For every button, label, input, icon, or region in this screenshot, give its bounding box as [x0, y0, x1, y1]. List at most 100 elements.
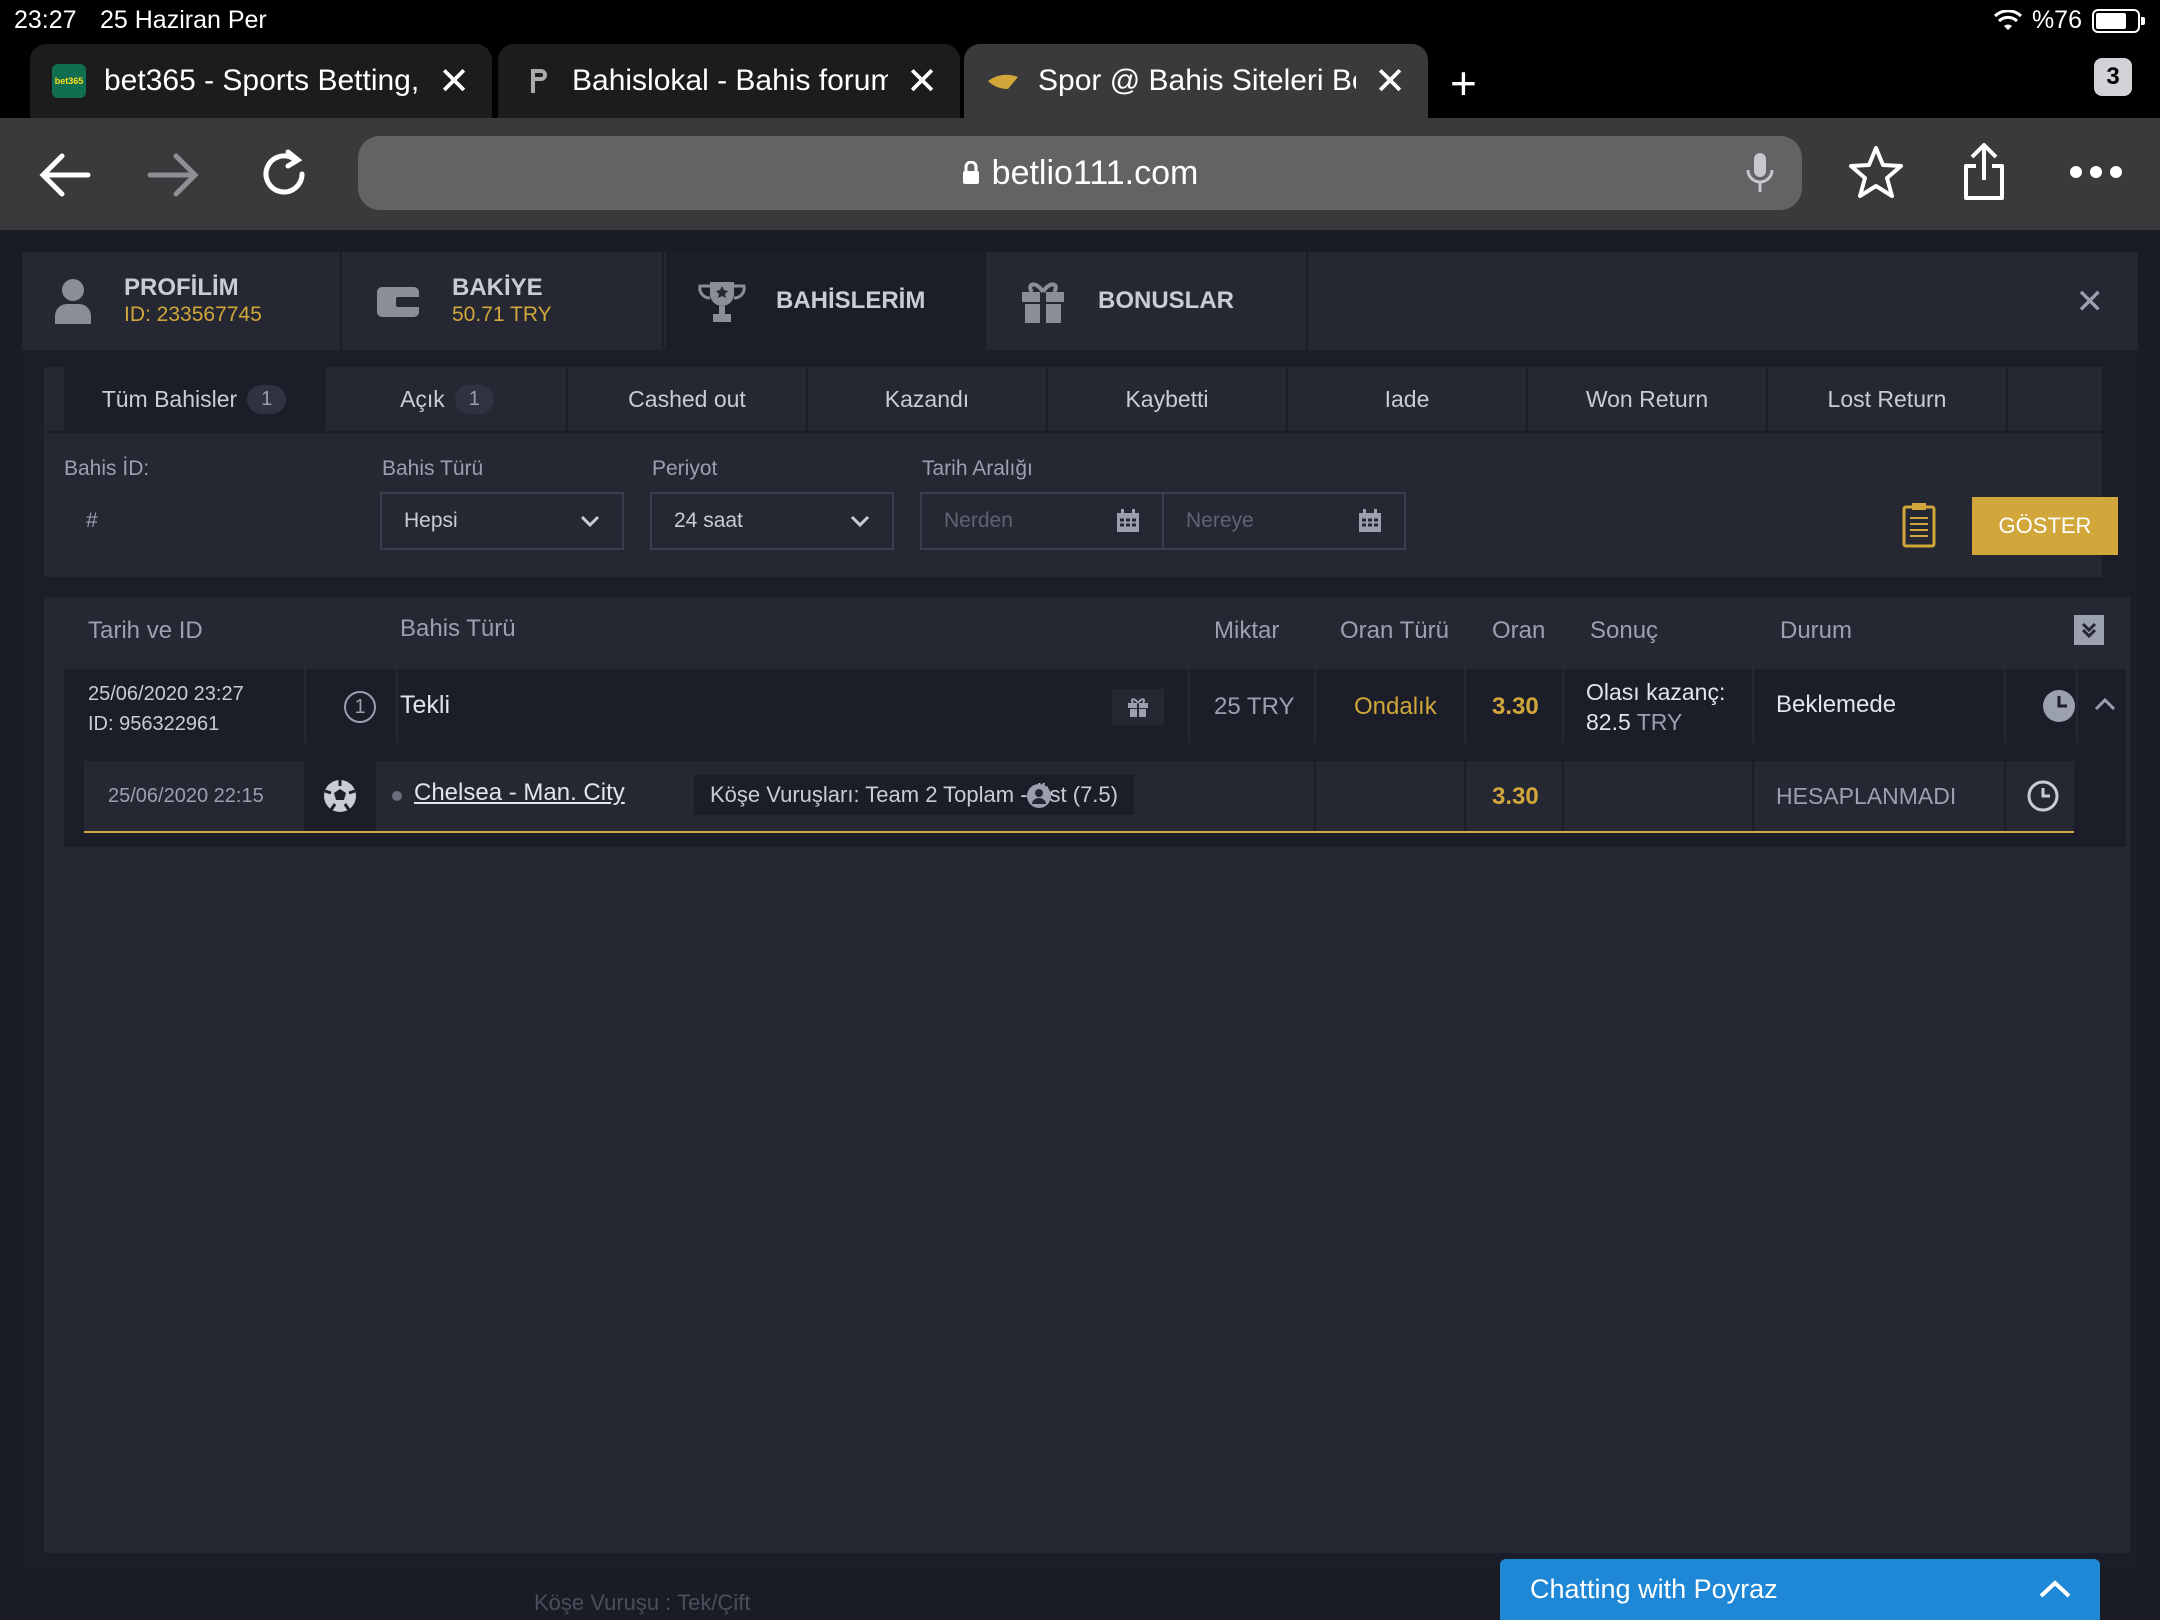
bet-row[interactable]: 25/06/2020 23:27 ID: 956322961 1 Tekli 2… — [64, 669, 2126, 743]
collapse-all-icon[interactable] — [2074, 615, 2104, 645]
filter-tab-won-return[interactable]: Won Return — [1528, 367, 1768, 431]
show-button[interactable]: GÖSTER — [1972, 497, 2118, 555]
forward-icon[interactable] — [146, 152, 200, 198]
date-range-label: Tarih Aralığı — [922, 457, 1033, 480]
lock-icon — [962, 161, 979, 184]
browser-tab-title: Spor @ Bahis Siteleri Betlio 11 — [1038, 64, 1356, 97]
more-icon[interactable] — [2068, 164, 2124, 180]
back-icon[interactable] — [38, 152, 92, 198]
selection-date: 25/06/2020 22:15 — [108, 785, 264, 807]
tab-label: PROFİLİM — [124, 274, 239, 301]
filter-tab-refund[interactable]: Iade — [1288, 367, 1528, 431]
header-status: Durum — [1780, 617, 1853, 644]
tab-count-button[interactable]: 3 — [2094, 58, 2132, 96]
bet-id-input[interactable]: # — [64, 492, 344, 550]
header-result: Sonuç — [1590, 617, 1659, 644]
count-badge: 1 — [247, 384, 287, 414]
chevron-up-icon[interactable] — [2094, 697, 2116, 711]
date-from-input[interactable]: Nerden — [920, 492, 1164, 550]
chat-label: Chatting with Poyraz — [1530, 1574, 1778, 1604]
bet-odds-type: Ondalık — [1354, 693, 1437, 720]
reload-icon[interactable] — [258, 148, 310, 200]
period-label: Periyot — [652, 457, 718, 480]
account-tabs: PROFİLİM ID: 233567745 BAKİYE 50.71 TRY BA… — [22, 252, 2138, 350]
tab-label: BAHİSLERİM — [776, 287, 926, 314]
filter-tab-open[interactable]: Açık 1 — [328, 367, 568, 431]
bet-date: 25/06/2020 23:27 — [88, 683, 244, 705]
header-date-id: Tarih ve ID — [88, 617, 203, 644]
background-page-text: Köşe Vuruşu : Tek/Çift — [534, 1590, 751, 1615]
browser-tab-betlio[interactable]: Spor @ Bahis Siteleri Betlio 11 ✕ — [964, 44, 1428, 118]
user-icon — [55, 279, 91, 324]
new-tab-icon[interactable]: + — [1450, 56, 1477, 110]
share-icon[interactable] — [1960, 142, 2008, 202]
browser-tab-bet365[interactable]: bet365 bet365 - Sports Betting, Casin ✕ — [30, 44, 492, 118]
close-tab-icon[interactable]: ✕ — [438, 59, 470, 104]
event-link[interactable]: Chelsea - Man. City — [414, 779, 625, 807]
header-odds-type: Oran Türü — [1340, 617, 1449, 644]
selection-odds: 3.30 — [1492, 783, 1539, 810]
chevron-up-icon[interactable] — [2038, 1579, 2072, 1599]
soccer-icon — [304, 761, 376, 831]
tab-bonuses[interactable]: BONUSLAR — [988, 252, 1308, 350]
period-select[interactable]: 24 saat — [650, 492, 894, 550]
bet365-favicon-icon: bet365 — [52, 64, 86, 98]
close-modal-icon[interactable]: ✕ — [2076, 282, 2105, 322]
bet-id: ID: 956322961 — [88, 713, 220, 735]
date-to-input[interactable]: Nereye — [1162, 492, 1406, 550]
status-date: 25 Haziran Per — [100, 6, 267, 34]
gift-icon — [1022, 282, 1064, 323]
close-tab-icon[interactable]: ✕ — [906, 59, 938, 104]
selection-status: HESAPLANMADI — [1776, 783, 1957, 809]
balance-value: 50.71 TRY — [452, 303, 552, 326]
bet-type-value: Tekli — [400, 691, 451, 719]
browser-tab-title: bet365 - Sports Betting, Casin — [104, 64, 420, 97]
wallet-icon — [377, 287, 420, 317]
selection-row[interactable]: 25/06/2020 22:15 Chelsea - Man. City Köş… — [84, 761, 2074, 833]
tab-profile[interactable]: PROFİLİM ID: 233567745 — [22, 252, 342, 350]
bet-status: Beklemede — [1776, 691, 1897, 718]
wifi-icon — [1993, 9, 2022, 30]
user-id: ID: 233567745 — [124, 303, 262, 326]
gift-icon[interactable] — [1112, 689, 1164, 725]
battery-icon — [2092, 8, 2145, 33]
tab-my-bets[interactable]: BAHİSLERİM — [666, 252, 986, 350]
clock-icon — [2043, 690, 2075, 722]
bookmark-star-icon[interactable] — [1848, 144, 1904, 200]
header-odds: Oran — [1492, 617, 1546, 644]
close-tab-icon[interactable]: ✕ — [1374, 59, 1406, 104]
tab-label: BONUSLAR — [1098, 287, 1234, 314]
period-value: 24 saat — [674, 509, 743, 532]
calendar-icon — [1117, 509, 1139, 532]
bet-type-select[interactable]: Hepsi — [380, 492, 624, 550]
chevron-down-icon — [850, 515, 870, 527]
filter-tab-cashed-out[interactable]: Cashed out — [568, 367, 808, 431]
market-label: Köşe Vuruşları: Team 2 Toplam - Üst (7.5… — [694, 775, 1134, 815]
filter-tab-won[interactable]: Kazandı — [808, 367, 1048, 431]
battery-level — [2096, 12, 2127, 29]
address-bar[interactable]: betlio111.com — [358, 136, 1802, 210]
browser-tab-bahislokal[interactable]: Bahislokal - Bahis forum | Bah ✕ — [498, 44, 960, 118]
chat-widget[interactable]: Chatting with Poyraz — [1500, 1559, 2100, 1620]
microphone-icon[interactable] — [1746, 152, 1774, 194]
battery-percent: %76 — [2031, 6, 2082, 34]
user-info-icon[interactable] — [1026, 783, 1052, 809]
bet-id-placeholder: # — [86, 509, 98, 532]
bet-amount: 25 TRY — [1214, 693, 1295, 720]
clock-icon — [2027, 780, 2059, 812]
status-right: %76 — [1993, 6, 2145, 35]
status-bar: 23:27 25 Haziran Per %76 — [0, 0, 2160, 40]
date-from-placeholder: Nerden — [944, 509, 1013, 532]
tab-balance[interactable]: BAKİYE 50.71 TRY — [344, 252, 664, 350]
bet-type-label: Bahis Türü — [382, 457, 484, 480]
filter-tab-label: Tüm Bahisler — [101, 385, 238, 412]
potential-win-value: 82.5 — [1586, 709, 1631, 735]
trophy-icon — [698, 282, 746, 322]
potential-win-currency: TRY — [1636, 709, 1683, 735]
clipboard-icon[interactable] — [1902, 502, 1936, 548]
filter-tab-lost[interactable]: Kaybetti — [1048, 367, 1288, 431]
filter-tab-lost-return[interactable]: Lost Return — [1768, 367, 2008, 431]
browser-tab-bar: bet365 bet365 - Sports Betting, Casin ✕ … — [0, 40, 2160, 118]
filter-tab-all[interactable]: Tüm Bahisler 1 — [64, 367, 326, 431]
divider — [44, 431, 2102, 433]
